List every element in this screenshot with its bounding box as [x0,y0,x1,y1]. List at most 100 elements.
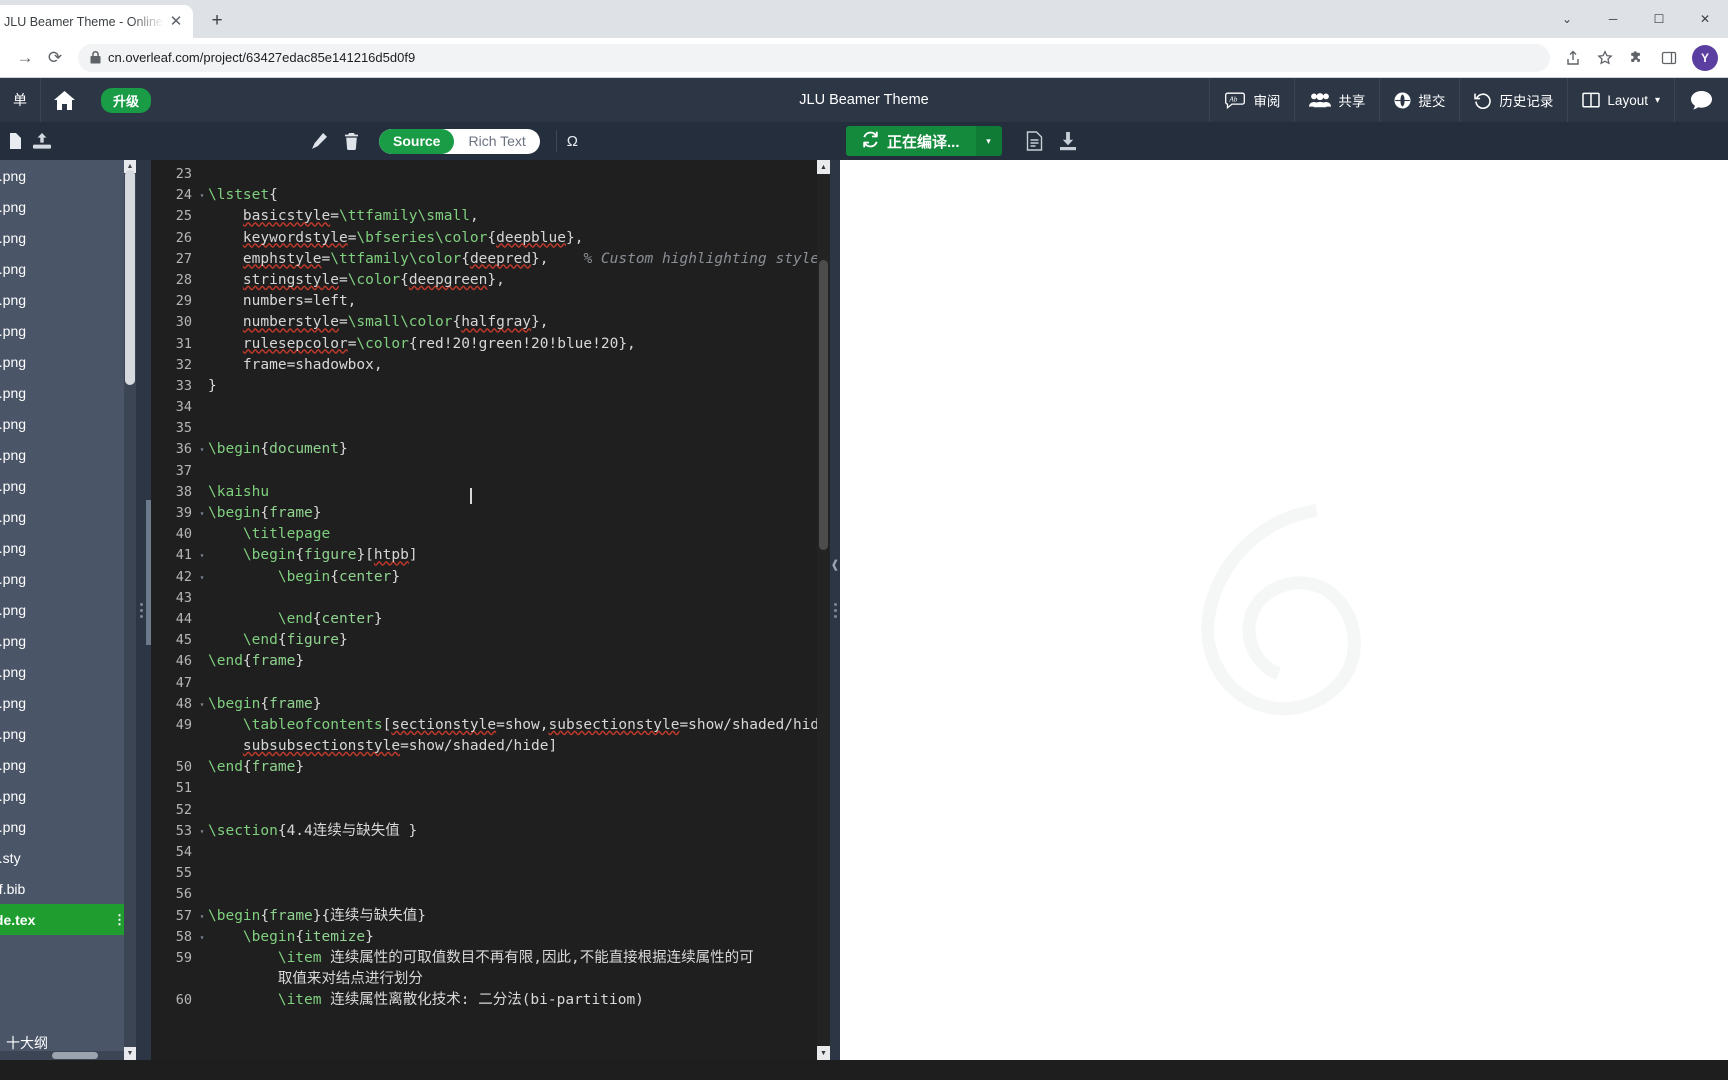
code-line[interactable]: 48 ▾ \begin{frame} [146,694,830,715]
file-tree-item[interactable]: 2.png [0,532,136,563]
file-tree-item[interactable]: 4.png [0,315,136,346]
filetree-vscroll-thumb[interactable] [125,170,135,385]
file-tree-item[interactable]: ef.bib [0,873,136,904]
code-line[interactable]: 33} [146,376,830,397]
code-line[interactable]: 47 [146,673,830,694]
file-tree-item[interactable]: 3.png [0,284,136,315]
file-tree-item[interactable]: ide.tex⋮ [0,904,136,935]
file-tree-item[interactable]: 3.png [0,563,136,594]
file-tree-item[interactable]: 1.png [0,222,136,253]
layout-button[interactable]: Layout ▾ [1567,78,1674,122]
reload-icon[interactable]: ⟳ [40,43,70,73]
editor-preview-resize-handle[interactable]: ❰ ❱ [830,160,1512,1060]
file-tree-item[interactable]: 5.png [0,346,136,377]
extensions-puzzle-icon[interactable] [1622,43,1652,73]
file-tree-item[interactable]: 8.png [0,439,136,470]
fold-toggle-icon[interactable]: ▾ [196,694,208,715]
code-line[interactable]: 52 [146,800,830,821]
code-line[interactable]: 50 \end{frame} [146,757,830,778]
file-tree-item[interactable]: 1.png [0,501,136,532]
upgrade-button[interactable]: 升级 [88,78,164,122]
code-line[interactable]: 44 \end{center} [146,609,830,630]
file-tree-item[interactable]: 0.png [0,749,136,780]
filetree-resize-handle[interactable] [136,160,146,1060]
code-line[interactable]: 30 numberstyle=\small\color{halfgray}, [146,312,830,333]
code-line[interactable]: 23 [146,164,830,185]
code-line[interactable]: 59 \item 连续属性的可取值数目不再有限,因此,不能直接根据连续属性的可 [146,948,830,969]
menu-button[interactable]: 单 [0,78,41,122]
code-line[interactable]: 28 stringstyle=\color{deepgreen}, [146,270,830,291]
file-tree-item[interactable]: 9.png [0,811,136,842]
code-line[interactable]: 57 ▾ \begin{frame}{连续与缺失值} [146,906,830,927]
code-line[interactable]: 54 [146,842,830,863]
file-tree-item[interactable]: 6.png [0,377,136,408]
file-tree-item[interactable]: 4.png [0,594,136,625]
code-line[interactable]: 38 \kaishu [146,482,830,503]
code-line[interactable]: 27 emphstyle=\ttfamily\color{deepred}, %… [146,249,830,270]
code-line[interactable]: 29 numbers=left, [146,291,830,312]
code-line[interactable]: 53 ▾ \section{4.4连续与缺失值 } [146,821,830,842]
fold-toggle-icon[interactable]: ▾ [196,567,208,588]
scroll-down-icon[interactable]: ▼ [124,1047,136,1060]
bookmark-star-icon[interactable] [1590,43,1620,73]
file-tree-item[interactable]: 0.png [0,191,136,222]
address-bar[interactable]: cn.overleaf.com/project/63427edac85e1412… [78,43,1550,72]
editor-vertical-scrollbar[interactable]: ▲ ▼ [817,160,830,1060]
compile-options-caret[interactable]: ▾ [975,126,1002,156]
review-button[interactable]: Ab 审阅 [1209,78,1294,122]
file-tree-item[interactable]: 5.png [0,625,136,656]
sidebar-toggle-icon[interactable] [1654,43,1684,73]
maximize-icon[interactable]: ☐ [1636,0,1682,38]
code-line[interactable]: 60 \item 连续属性离散化技术: 二分法(bi-partitiom) [146,990,830,1011]
history-button[interactable]: 历史记录 [1459,78,1567,122]
share-button[interactable]: 共享 [1294,78,1379,122]
avatar[interactable]: Y [1692,44,1718,71]
code-line[interactable]: 43 [146,588,830,609]
collapse-left-icon[interactable]: ❰ [830,558,839,571]
fold-toggle-icon[interactable]: ▾ [196,906,208,927]
tab-source[interactable]: Source [379,128,455,154]
browser-tab[interactable]: JLU Beamer Theme - Online La ✕ [0,5,193,38]
file-tree-item[interactable]: 9.png [0,160,136,191]
code-lines[interactable]: 23 24 ▾ \lstset{25 basicstyle=\ttfamily\sma… [146,160,830,1012]
code-editor[interactable]: 23 24 ▾ \lstset{25 basicstyle=\ttfamily\sma… [146,160,830,1060]
code-line[interactable]: 41 ▾ \begin{figure}[htpb] [146,545,830,566]
window-close-icon[interactable]: ✕ [1682,0,1728,38]
filetree-horizontal-scrollbar[interactable] [0,1051,124,1060]
forward-arrow-icon[interactable]: → [10,43,40,73]
code-line[interactable]: 24 ▾ \lstset{ [146,185,830,206]
code-line[interactable]: 56 [146,884,830,905]
code-line[interactable]: 45 \end{figure} [146,630,830,651]
file-tree-item[interactable]: 2.png [0,253,136,284]
code-line[interactable]: 39 ▾ \begin{frame} [146,503,830,524]
editor-scroll-down-icon[interactable]: ▼ [817,1046,830,1060]
fold-toggle-icon[interactable]: ▾ [196,927,208,948]
symbol-palette-button[interactable]: Ω [555,130,578,152]
code-line[interactable]: 51 [146,778,830,799]
file-tree[interactable]: 9.png 0.png 1.png 2.png 3.png 4.png 5.png 6.png… [0,160,136,1060]
submit-button[interactable]: 提交 [1379,78,1459,122]
file-tree-item[interactable]: 0.png [0,470,136,501]
code-line[interactable]: 36 ▾ \begin{document} [146,439,830,460]
code-line[interactable]: 55 [146,863,830,884]
code-line[interactable]: 31 rulesepcolor=\color{red!20!green!20!b… [146,334,830,355]
editor-scroll-up-icon[interactable]: ▲ [817,160,830,174]
code-line[interactable]: 取值来对结点进行划分 [146,969,830,990]
pencil-icon[interactable] [311,132,328,150]
chat-button[interactable] [1674,78,1728,122]
code-line[interactable]: subsubsectionstyle=show/shaded/hide] [146,736,830,757]
trash-icon[interactable] [344,132,359,150]
code-line[interactable]: 26 keywordstyle=\bfseries\color{deepblue… [146,228,830,249]
file-tree-item[interactable]: 7.png [0,656,136,687]
file-tree-item[interactable]: 9.png [0,718,136,749]
file-tree-item[interactable]: 7.png [0,408,136,439]
share-icon[interactable] [1558,43,1588,73]
code-line[interactable]: 25 basicstyle=\ttfamily\small, [146,206,830,227]
code-line[interactable]: 58 ▾ \begin{itemize} [146,927,830,948]
fold-toggle-icon[interactable]: ▾ [196,503,208,524]
file-tree-item[interactable]: u.sty [0,842,136,873]
recompile-button[interactable]: 正在编译... [846,126,976,156]
fold-toggle-icon[interactable]: ▾ [196,821,208,842]
fold-toggle-icon[interactable]: ▾ [196,439,208,460]
code-line[interactable]: 42 ▾ \begin{center} [146,567,830,588]
